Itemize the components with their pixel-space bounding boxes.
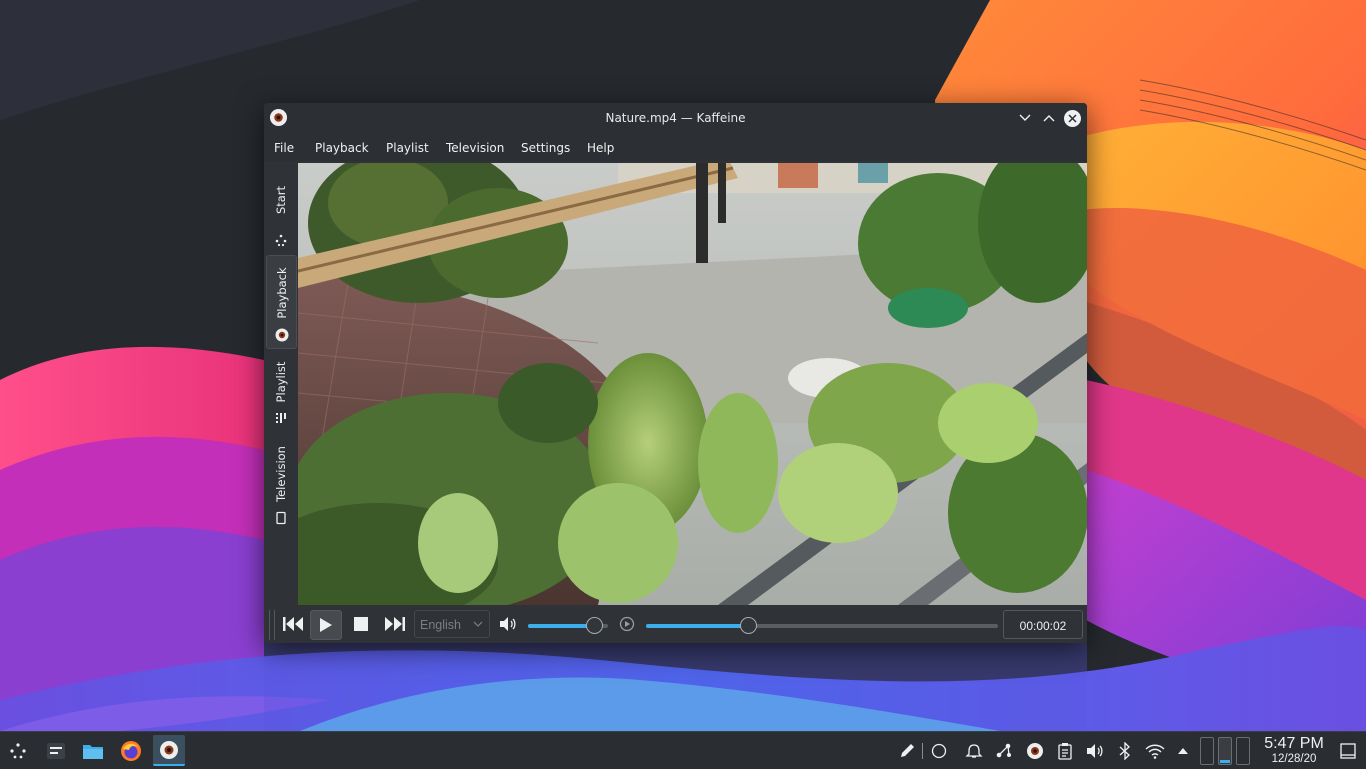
- tab-start-label: Start: [273, 185, 288, 215]
- taskbar-file-manager[interactable]: [77, 735, 109, 766]
- tray-volume[interactable]: [1084, 732, 1106, 769]
- tray-clipboard[interactable]: [1054, 732, 1076, 769]
- pager-desktop-1[interactable]: [1200, 736, 1214, 765]
- tray-kdeconnect[interactable]: [993, 732, 1015, 769]
- tab-playlist[interactable]: Playlist: [266, 353, 295, 431]
- taskbar-system-settings[interactable]: [40, 735, 72, 766]
- volume-icon: [500, 617, 516, 631]
- window-title: Nature.mp4 — Kaffeine: [605, 111, 746, 125]
- tray-kaffeine[interactable]: [1024, 732, 1046, 769]
- show-desktop-button[interactable]: [1336, 732, 1360, 769]
- tab-television-label: Television: [273, 446, 288, 502]
- tab-playback-label: Playback: [274, 267, 289, 319]
- menu-settings[interactable]: Settings: [521, 141, 570, 155]
- next-button[interactable]: [380, 610, 410, 638]
- tray-notifications[interactable]: [963, 732, 985, 769]
- show-desktop-icon: [1340, 742, 1356, 759]
- maximize-button[interactable]: [1039, 108, 1059, 128]
- title-bar[interactable]: Nature.mp4 — Kaffeine: [264, 103, 1087, 133]
- clock-time: 5:47 PM: [1264, 735, 1324, 752]
- clipboard-icon: [1058, 742, 1072, 760]
- tab-television[interactable]: Television: [266, 437, 295, 529]
- kaffeine-icon: [1027, 742, 1043, 759]
- connect-icon: [996, 743, 1011, 757]
- taskbar-kaffeine[interactable]: [153, 735, 185, 766]
- pager-desktop-2[interactable]: [1218, 736, 1232, 765]
- tv-icon: [276, 511, 286, 525]
- taskbar-firefox[interactable]: [115, 735, 147, 766]
- pen-icon: [901, 743, 914, 757]
- mute-button[interactable]: [496, 610, 520, 638]
- audio-language-select[interactable]: English: [414, 610, 490, 638]
- menu-television[interactable]: Television: [446, 141, 504, 155]
- volume-slider-fill: [528, 624, 594, 628]
- toolbar-grip[interactable]: [269, 610, 275, 640]
- volume-slider-handle[interactable]: [586, 617, 603, 634]
- play-button[interactable]: [310, 610, 342, 640]
- seek-slider[interactable]: [646, 617, 998, 634]
- seek-slider-fill: [646, 624, 748, 628]
- digital-clock[interactable]: 5:47 PM 12/28/20: [1254, 735, 1334, 766]
- tray-bluetooth[interactable]: [1114, 732, 1136, 769]
- kaffeine-icon: [160, 740, 178, 759]
- circle-icon: [931, 743, 947, 758]
- tray-expand-button[interactable]: [1173, 732, 1193, 769]
- menu-file[interactable]: File: [274, 141, 294, 155]
- clock-date: 12/28/20: [1271, 753, 1317, 765]
- volume-slider[interactable]: [528, 617, 608, 634]
- seek-icon: [619, 616, 635, 632]
- application-launcher[interactable]: [2, 735, 34, 766]
- previous-button[interactable]: [278, 610, 308, 638]
- play-icon: [320, 618, 332, 632]
- video-display[interactable]: [298, 163, 1087, 605]
- skip-back-icon: [283, 617, 303, 631]
- jump-to-position-button[interactable]: [615, 610, 639, 638]
- video-frame: [298, 163, 1087, 605]
- start-icon: [275, 234, 287, 247]
- bluetooth-icon: [1119, 741, 1130, 760]
- chevron-down-icon: [1019, 114, 1031, 121]
- chevron-down-icon: [473, 621, 483, 627]
- close-icon: [1063, 109, 1081, 127]
- tab-playback[interactable]: Playback: [266, 255, 297, 349]
- settings-panel-icon: [47, 742, 65, 759]
- close-button[interactable]: [1062, 108, 1082, 128]
- alarm-icon: [965, 743, 983, 758]
- time-display[interactable]: 00:00:02: [1003, 610, 1083, 639]
- launcher-icon: [10, 742, 26, 758]
- chevron-up-icon: [1043, 115, 1055, 122]
- tray-circle[interactable]: [928, 732, 950, 769]
- wifi-icon: [1145, 744, 1165, 759]
- kaffeine-icon: [275, 328, 289, 342]
- tray-separator: [920, 732, 924, 769]
- firefox-icon: [121, 740, 141, 761]
- menu-playlist[interactable]: Playlist: [386, 141, 429, 155]
- minimize-button[interactable]: [1015, 108, 1035, 128]
- stop-button[interactable]: [346, 610, 376, 638]
- stop-icon: [354, 617, 368, 631]
- playback-controls: English 00:00:02: [264, 606, 1087, 643]
- side-tab-bar: Start Playback Playlist Television: [264, 163, 297, 608]
- audio-language-value: English: [420, 618, 461, 632]
- playlist-icon: [276, 413, 286, 423]
- taskbar: 5:47 PM 12/28/20: [0, 731, 1366, 769]
- folder-icon: [83, 744, 103, 759]
- tray-network[interactable]: [1143, 732, 1167, 769]
- menu-help[interactable]: Help: [587, 141, 614, 155]
- seek-slider-handle[interactable]: [740, 617, 757, 634]
- pager-desktop-3[interactable]: [1236, 736, 1250, 765]
- tab-start[interactable]: Start: [266, 171, 295, 251]
- tray-annotate[interactable]: [896, 732, 918, 769]
- kaffeine-window: Nature.mp4 — Kaffeine File Playback Play…: [264, 103, 1087, 643]
- desktop-pager[interactable]: [1197, 732, 1253, 769]
- tab-playlist-label: Playlist: [273, 361, 288, 403]
- chevron-up-icon: [1178, 747, 1188, 754]
- menu-playback[interactable]: Playback: [315, 141, 369, 155]
- menu-bar: File Playback Playlist Television Settin…: [264, 133, 1087, 161]
- volume-icon: [1087, 743, 1103, 758]
- skip-forward-icon: [385, 617, 405, 631]
